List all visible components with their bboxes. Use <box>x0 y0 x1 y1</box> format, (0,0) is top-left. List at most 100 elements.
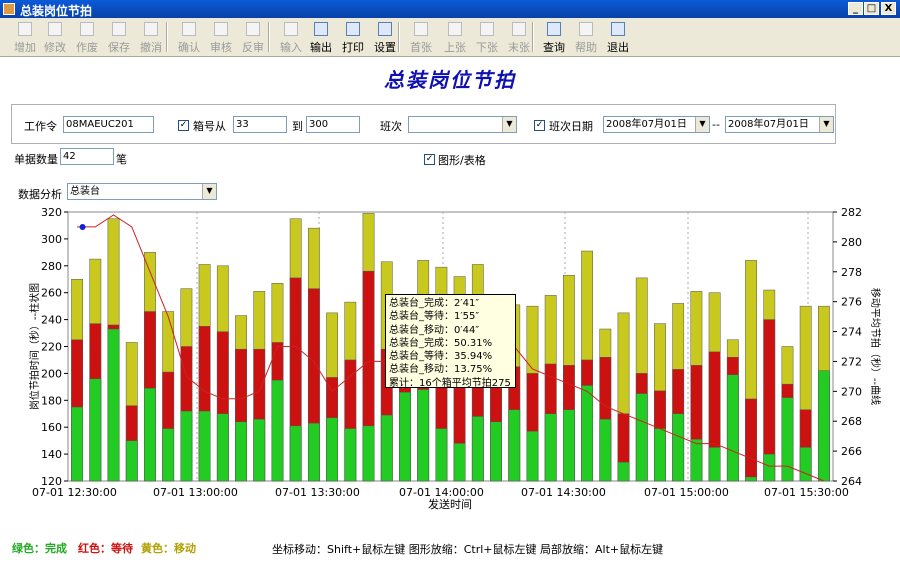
y-tick-label: 220 <box>41 341 62 354</box>
tooltip-line: 总装台_移动：0′44″ <box>389 324 480 336</box>
bar-done <box>544 413 557 482</box>
y2-tick-label: 278 <box>841 266 862 279</box>
x-axis-label: 发送时间 <box>428 497 472 511</box>
box-to-input[interactable]: 300 <box>306 116 360 133</box>
y-tick-label: 300 <box>41 233 62 246</box>
y2-tick-label: 270 <box>841 385 862 398</box>
analysis-select[interactable]: 总装台 ▼ <box>67 183 217 200</box>
toolbar-button-export[interactable]: 输出 <box>306 20 336 54</box>
print-icon <box>346 22 360 36</box>
legend-red: 红色：等待 <box>78 542 133 555</box>
toolbar: 增加 修改 作废 保存 撤消 确认 审核 反审 输入 输出 打印 设置 首张 上张 下张 末张 查询 帮助 退出 <box>0 18 900 57</box>
bar-done <box>562 409 575 482</box>
close-button[interactable]: X <box>881 2 896 15</box>
y-tick-label: 160 <box>41 421 62 434</box>
toolbar-button-last[interactable]: 末张 <box>504 20 534 54</box>
first-icon <box>414 22 428 36</box>
tooltip-line: 总装台_完成：2′41″ <box>389 298 480 309</box>
chevron-down-icon[interactable]: ▼ <box>819 117 833 132</box>
shift-select[interactable]: ▼ <box>408 116 517 133</box>
toolbar-button-search[interactable]: 查询 <box>539 20 569 54</box>
bar-done <box>180 410 193 482</box>
bar-done <box>726 374 739 482</box>
bar-done <box>708 447 721 482</box>
date-to-picker[interactable]: 2008年07月01日 ▼ <box>725 116 834 133</box>
next-icon <box>480 22 494 36</box>
toolbar-button-label: 确认 <box>178 41 200 54</box>
date-from-picker[interactable]: 2008年07月01日 ▼ <box>603 116 710 133</box>
chevron-down-icon[interactable]: ▼ <box>695 117 709 132</box>
y-tick-label: 320 <box>41 206 62 219</box>
maximize-button[interactable]: □ <box>864 2 879 15</box>
toolbar-button-exit[interactable]: 退出 <box>603 20 633 54</box>
toolbar-button-print[interactable]: 打印 <box>338 20 368 54</box>
toolbar-button-label: 作废 <box>76 41 98 54</box>
chevron-down-icon[interactable]: ▼ <box>502 117 516 132</box>
toolbar-button-unaudit[interactable]: 反审 <box>238 20 268 54</box>
bar-done <box>799 447 812 482</box>
bar-done <box>490 421 502 482</box>
page-title: 总装岗位节拍 <box>384 68 516 92</box>
export-icon <box>314 22 328 36</box>
chevron-down-icon[interactable]: ▼ <box>202 184 216 199</box>
undo-icon <box>144 22 158 36</box>
toolbar-button-add[interactable]: 增加 <box>10 20 40 54</box>
toolbar-button-setup[interactable]: 设置 <box>370 20 400 54</box>
toolbar-button-label: 末张 <box>508 41 530 54</box>
tooltip-line: 总装台_等待：35.94% <box>389 351 493 363</box>
bar-done <box>617 461 630 482</box>
toolbar-button-label: 打印 <box>342 41 364 54</box>
date-from-value: 2008年07月01日 <box>606 119 687 130</box>
box-from-input[interactable]: 33 <box>233 116 287 133</box>
bar-done <box>417 389 430 482</box>
y-tick-label: 260 <box>41 287 62 300</box>
toolbar-button-label: 撤消 <box>140 41 162 54</box>
legend-yellow: 黄色：移动 <box>141 542 196 555</box>
y2-axis-label: 移动平均节拍（秒）--曲线 <box>869 288 882 405</box>
bar-done <box>144 387 156 482</box>
toolbar-button-first[interactable]: 首张 <box>406 20 436 54</box>
toolbar-button-undo[interactable]: 撤消 <box>136 20 166 54</box>
box-range-checkbox[interactable]: ✓ <box>178 120 189 131</box>
bar-done <box>471 416 484 482</box>
app-icon <box>3 3 15 15</box>
bar-done <box>453 443 466 482</box>
toolbar-button-audit[interactable]: 审核 <box>206 20 236 54</box>
bar-done <box>599 418 612 482</box>
work-order-input[interactable]: 08MAEUC201 <box>63 116 154 133</box>
toolbar-button-save[interactable]: 保存 <box>104 20 134 54</box>
toolbar-button-confirm[interactable]: 确认 <box>174 20 204 54</box>
box-from-label: 箱号从 <box>193 120 226 133</box>
y-tick-label: 280 <box>41 260 62 273</box>
bar-done <box>235 421 247 482</box>
bar-done <box>672 413 685 482</box>
date-to-value: 2008年07月01日 <box>728 119 809 130</box>
zoom-hints: 坐标移动：Shift+鼠标左键 图形放缩：Ctrl+鼠标左键 局部放缩：Alt+… <box>272 543 664 556</box>
toolbar-button-next[interactable]: 下张 <box>472 20 502 54</box>
toolbar-button-prev[interactable]: 上张 <box>440 20 470 54</box>
bar-done <box>817 370 830 482</box>
toolbar-button-input[interactable]: 输入 <box>276 20 306 54</box>
toolbar-button-label: 首张 <box>410 41 432 54</box>
y2-tick-label: 282 <box>841 206 862 219</box>
toolbar-button-void[interactable]: 作废 <box>72 20 102 54</box>
toolbar-button-label: 上张 <box>444 41 466 54</box>
toolbar-button-label: 审核 <box>210 41 232 54</box>
minimize-button[interactable]: _ <box>848 2 863 15</box>
toolbar-button-label: 下张 <box>476 41 498 54</box>
y2-tick-label: 280 <box>841 236 862 249</box>
toolbar-button-help[interactable]: 帮助 <box>571 20 601 54</box>
bar-done <box>107 328 120 482</box>
bar-done <box>690 439 703 482</box>
tooltip-line: 累计：16个箱平均节拍275 <box>389 377 511 389</box>
search-icon <box>547 22 561 36</box>
graph-table-label: 图形/表格 <box>438 154 486 167</box>
toolbar-button-edit[interactable]: 修改 <box>40 20 70 54</box>
y2-tick-label: 276 <box>841 296 862 309</box>
toolbar-button-label: 保存 <box>108 41 130 54</box>
y-tick-label: 140 <box>41 448 62 461</box>
shift-date-checkbox[interactable]: ✓ <box>534 120 545 131</box>
bar-done <box>307 422 320 482</box>
save-icon <box>112 22 126 36</box>
graph-table-checkbox[interactable]: ✓ <box>424 154 435 165</box>
